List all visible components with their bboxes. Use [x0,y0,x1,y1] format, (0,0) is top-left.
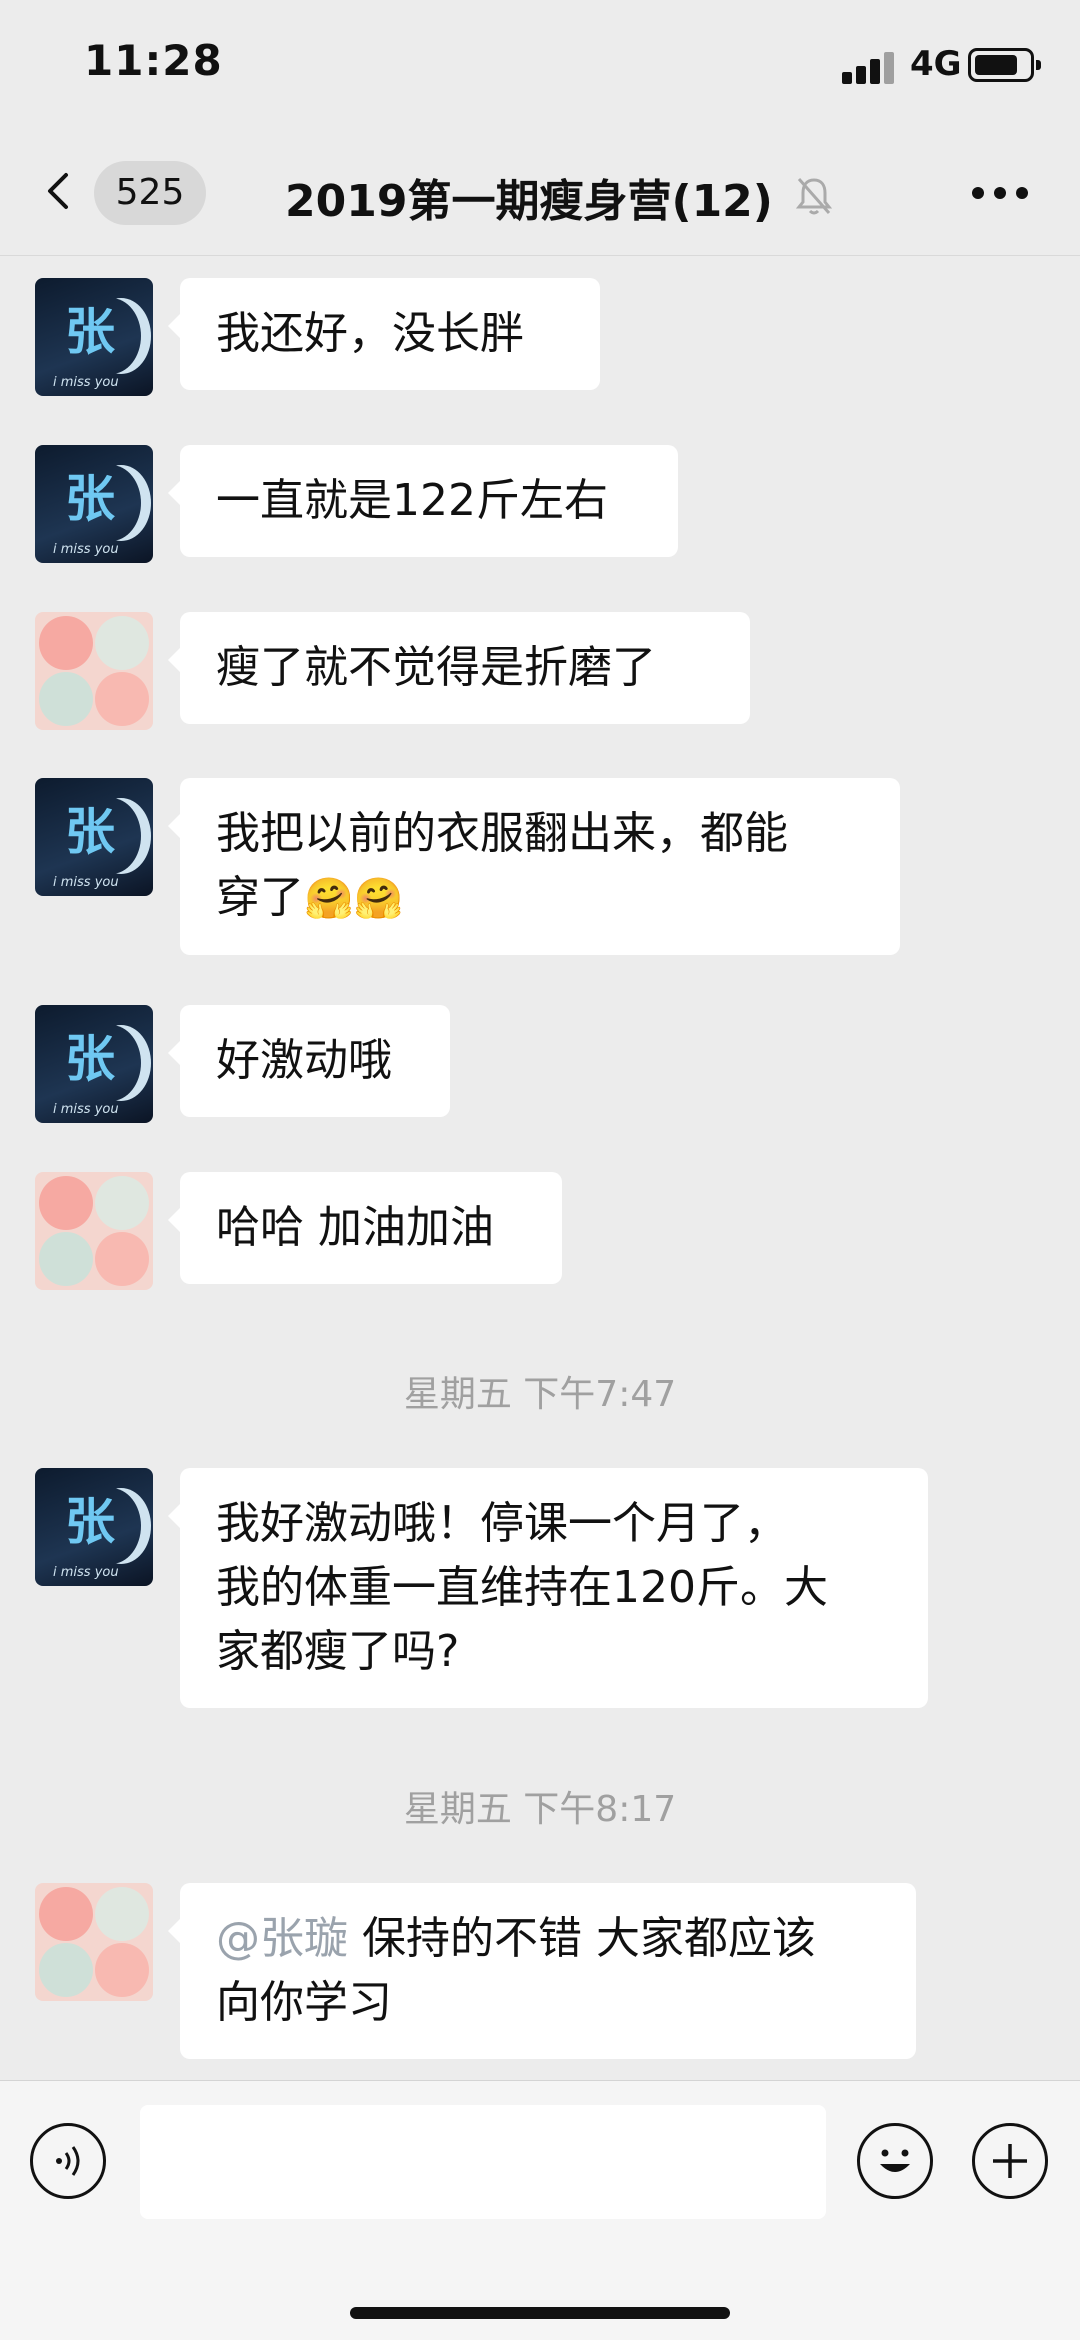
message-bubble[interactable]: 瘦了就不觉得是折磨了 [168,612,750,724]
message-text: 保持的不错 大家都应该 [362,1913,816,1964]
message-bubble[interactable]: 我还好，没长胖 [168,278,600,390]
more-options-icon[interactable] [972,187,1028,201]
network-label: 4G [910,44,962,84]
message-text: 哈哈 加油加油 [216,1202,494,1253]
message-timestamp: 星期五 下午7:47 [403,1374,677,1415]
chat-header: 525 2019第一期瘦身营(12) [0,135,1080,256]
message-bubble[interactable]: 哈哈 加油加油 [168,1172,562,1284]
message-bubble[interactable]: @张璇 保持的不错 大家都应该 向你学习 [168,1883,916,2059]
sender-avatar[interactable]: 张i miss you [35,778,153,896]
message-text: 瘦了就不觉得是折磨了 [216,642,656,693]
message-bubble[interactable]: 我好激动哦！停课一个月了， 我的体重一直维持在120斤。大 家都瘦了吗? [168,1468,928,1708]
status-bar: 11:28 4G [0,0,1080,135]
mute-bell-icon [795,178,833,215]
message-text: 家都瘦了吗? [216,1626,460,1677]
message-text: 我的体重一直维持在120斤。大 [216,1562,828,1613]
back-chevron-icon[interactable] [40,171,80,211]
chat-title: 2019第一期瘦身营(12) [285,176,773,227]
message-bubble[interactable]: 一直就是122斤左右 [168,445,678,557]
message-timestamp: 星期五 下午8:17 [403,1789,677,1830]
voice-input-icon[interactable] [30,2123,106,2199]
sender-avatar[interactable]: 张i miss you [35,1468,153,1586]
message-text: 向你学习 [216,1977,392,2028]
input-bar [0,2080,1080,2340]
home-indicator [350,2307,730,2319]
message-text: 我把以前的衣服翻出来，都能 [216,808,788,859]
unread-count-badge[interactable]: 525 [94,161,206,225]
sender-avatar[interactable]: 张i miss you [35,1005,153,1123]
message-text: 一直就是122斤左右 [216,475,608,526]
signal-icon [842,50,898,84]
message-text: 我好激动哦！停课一个月了， [216,1498,788,1549]
sender-avatar[interactable] [35,1883,153,2001]
sender-avatar[interactable]: 张i miss you [35,278,153,396]
message-text: 穿了 [216,872,304,923]
mention-text[interactable]: @张璇 [216,1913,348,1964]
status-time: 11:28 [84,36,223,85]
hug-emoji-icon: 🤗🤗 [304,876,404,922]
message-bubble[interactable]: 我把以前的衣服翻出来，都能 穿了🤗🤗 [168,778,900,955]
sender-avatar[interactable] [35,612,153,730]
message-text: 我还好，没长胖 [216,308,524,359]
message-input[interactable] [140,2105,826,2219]
sender-avatar[interactable]: 张i miss you [35,445,153,563]
message-text: 好激动哦 [216,1035,392,1086]
add-plus-icon[interactable] [972,2123,1048,2199]
sender-avatar[interactable] [35,1172,153,1290]
battery-icon [968,48,1041,82]
emoji-icon[interactable] [857,2123,933,2199]
message-bubble[interactable]: 好激动哦 [168,1005,450,1117]
